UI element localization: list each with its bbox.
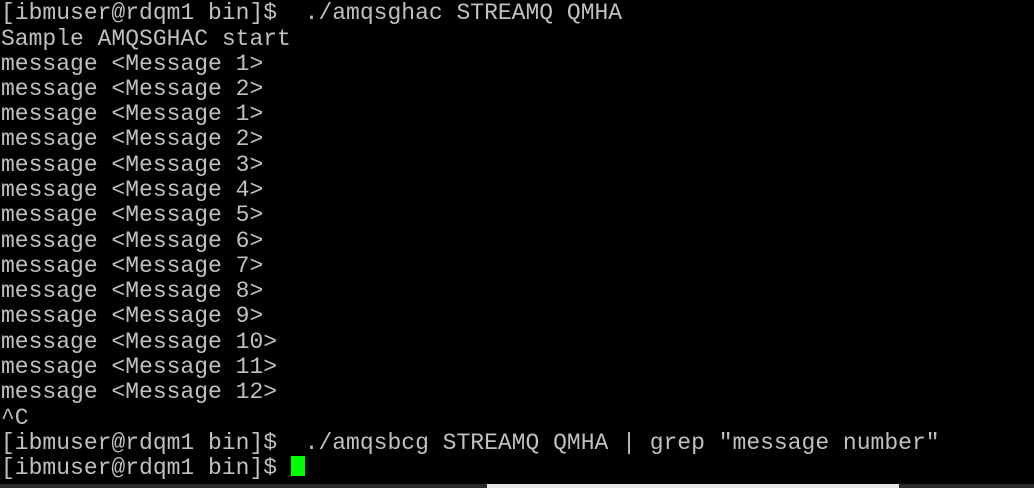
terminal-line: message <Message 1> <box>1 101 264 127</box>
terminal-line: message <Message 5> <box>1 202 264 228</box>
terminal-line: message <Message 4> <box>1 177 264 203</box>
terminal-line: message <Message 8> <box>1 278 264 304</box>
terminal-line: message <Message 1> <box>1 51 264 77</box>
terminal-line: message <Message 9> <box>1 303 264 329</box>
terminal-prompt-line: [ibmuser@rdqm1 bin]$ <box>1 456 305 481</box>
terminal-line: ^C <box>1 405 29 431</box>
terminal-line: message <Message 2> <box>1 76 264 102</box>
terminal-prompt: [ibmuser@rdqm1 bin]$ <box>1 455 291 481</box>
horizontal-scrollbar[interactable] <box>0 484 1034 488</box>
terminal-line: [ibmuser@rdqm1 bin]$ ./amqsghac STREAMQ … <box>1 0 623 26</box>
terminal-line: message <Message 2> <box>1 126 264 152</box>
terminal-line: message <Message 7> <box>1 253 264 279</box>
terminal-line: [ibmuser@rdqm1 bin]$ ./amqsbcg STREAMQ Q… <box>1 430 940 456</box>
terminal-output[interactable]: [ibmuser@rdqm1 bin]$ ./amqsghac STREAMQ … <box>0 0 1034 484</box>
terminal-line: message <Message 3> <box>1 152 264 178</box>
terminal-line: message <Message 11> <box>1 354 278 380</box>
terminal-line: message <Message 6> <box>1 228 264 254</box>
scrollbar-thumb[interactable] <box>487 484 899 488</box>
terminal-line: message <Message 10> <box>1 329 278 355</box>
cursor-block <box>290 456 305 476</box>
terminal-line: message <Message 12> <box>1 379 278 405</box>
terminal-line: Sample AMQSGHAC start <box>1 26 291 52</box>
